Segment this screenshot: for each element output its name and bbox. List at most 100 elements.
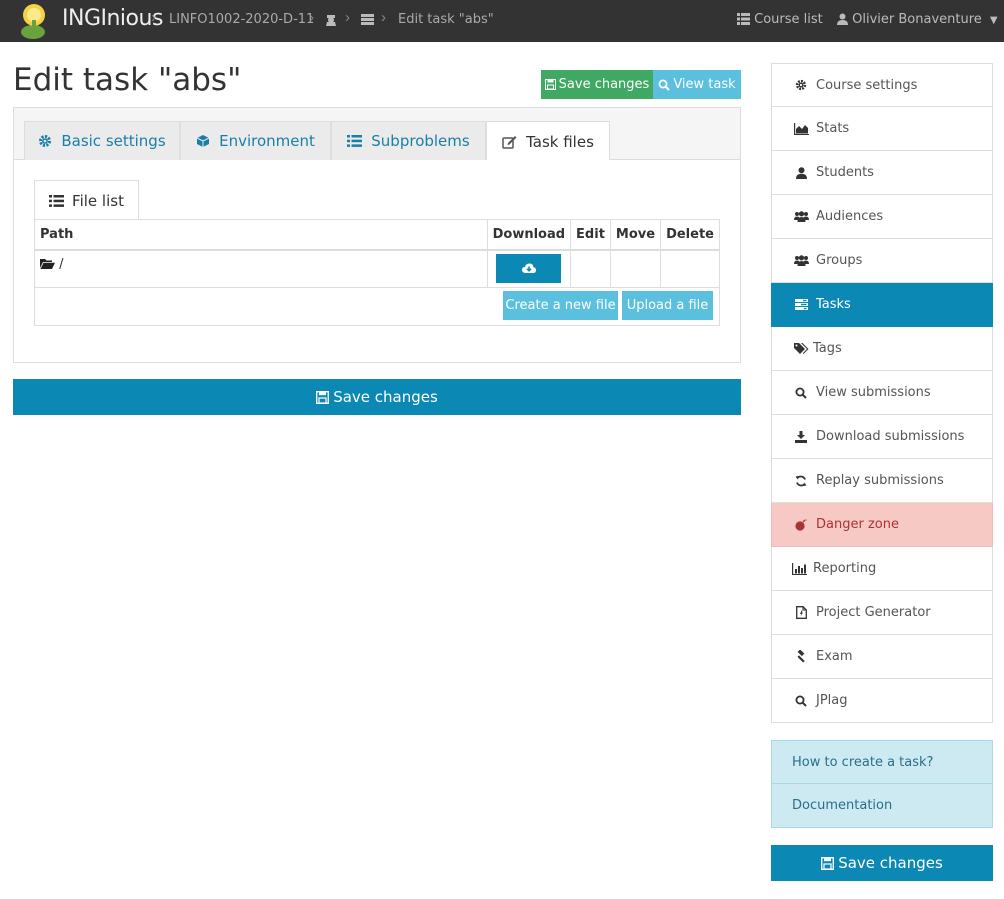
file-list-tab[interactable]: File list bbox=[34, 180, 139, 220]
save-changes-button[interactable]: Save changes bbox=[541, 70, 653, 99]
tab-label: Basic settings bbox=[61, 132, 166, 150]
save-changes-label: Save changes bbox=[838, 854, 943, 872]
tasks-icon[interactable] bbox=[361, 14, 374, 25]
page-title: Edit task "abs" bbox=[13, 62, 242, 98]
sidebar-item-label: Tasks bbox=[816, 297, 851, 312]
upload-file-button[interactable]: Upload a file bbox=[622, 291, 713, 320]
sidebar-item-view-submissions[interactable]: View submissions bbox=[771, 371, 993, 415]
bar-chart-icon bbox=[791, 562, 807, 575]
user-menu[interactable]: Olivier Bonaventure ▼ bbox=[837, 12, 998, 27]
inginious-logo[interactable] bbox=[18, 2, 52, 40]
table-header-row: Path Download Edit Move Delete bbox=[34, 219, 720, 251]
save-icon bbox=[821, 856, 835, 870]
tab-label: Environment bbox=[219, 132, 315, 150]
list-icon bbox=[347, 135, 363, 147]
gavel-icon bbox=[796, 650, 805, 663]
sidebar-item-groups[interactable]: Groups bbox=[771, 239, 993, 283]
sidebar-item-danger-zone[interactable]: Danger zone bbox=[771, 503, 993, 547]
sidebar-save-changes-button[interactable]: Save changes bbox=[771, 845, 993, 881]
help-link-documentation[interactable]: Documentation bbox=[771, 784, 993, 828]
sidebar-item-label: Download submissions bbox=[816, 429, 965, 444]
search-icon bbox=[658, 79, 671, 91]
tags-icon bbox=[793, 342, 808, 354]
bomb-icon bbox=[794, 518, 807, 531]
sidebar-item-course-settings[interactable]: Course settings bbox=[771, 63, 993, 107]
chevron-right-icon: › bbox=[309, 9, 314, 26]
folder-open-icon bbox=[40, 258, 55, 269]
help-links: How to create a task? Documentation bbox=[771, 740, 993, 828]
tab-label: Subproblems bbox=[371, 132, 470, 150]
help-link-create-task[interactable]: How to create a task? bbox=[771, 740, 993, 784]
user-secret-icon[interactable] bbox=[325, 13, 337, 26]
breadcrumb-course[interactable]: LINFO1002-2020-D-11 bbox=[169, 12, 314, 27]
sidebar-item-tags[interactable]: Tags bbox=[771, 327, 993, 371]
task-files-content: File list Path Download Edit Move Delete bbox=[14, 160, 740, 362]
sidebar-item-label: Reporting bbox=[813, 561, 877, 576]
user-icon bbox=[795, 166, 807, 179]
sidebar-item-students[interactable]: Students bbox=[771, 151, 993, 195]
breadcrumb-current: Edit task "abs" bbox=[398, 12, 494, 27]
column-header-path: Path bbox=[34, 219, 488, 251]
save-changes-label: Save changes bbox=[558, 77, 650, 92]
tab-task-files[interactable]: Task files bbox=[486, 121, 610, 161]
sidebar-item-label: Students bbox=[816, 165, 874, 180]
sidebar-item-tasks[interactable]: Tasks bbox=[771, 283, 993, 327]
sidebar-item-jplag[interactable]: JPlag bbox=[771, 679, 993, 723]
sidebar-item-label: Exam bbox=[816, 649, 853, 664]
column-header-edit: Edit bbox=[570, 219, 611, 251]
search-icon bbox=[795, 387, 807, 399]
sidebar-item-stats[interactable]: Stats bbox=[771, 107, 993, 151]
sidebar-item-label: Replay submissions bbox=[816, 473, 944, 488]
chevron-right-icon: › bbox=[381, 9, 386, 26]
save-icon bbox=[316, 390, 330, 404]
gear-icon bbox=[795, 79, 807, 91]
course-list-label: Course list bbox=[754, 12, 823, 27]
sidebar-item-label: Tags bbox=[813, 341, 842, 356]
sidebar-item-download-submissions[interactable]: Download submissions bbox=[771, 415, 993, 459]
file-icon bbox=[795, 606, 807, 619]
chevron-right-icon: › bbox=[151, 9, 156, 26]
view-task-label: View task bbox=[673, 77, 736, 92]
create-file-button[interactable]: Create a new file bbox=[503, 291, 618, 320]
sidebar-item-label: Project Generator bbox=[816, 605, 931, 620]
course-admin-sidebar: Course settings Stats Students Audiences… bbox=[771, 63, 993, 723]
cloud-download-icon bbox=[521, 263, 536, 274]
refresh-icon bbox=[795, 475, 807, 486]
edit-cell bbox=[570, 249, 611, 288]
sidebar-item-label: Course settings bbox=[816, 77, 918, 93]
sidebar-item-label: Audiences bbox=[816, 209, 884, 224]
save-changes-label: Save changes bbox=[333, 388, 438, 406]
users-icon bbox=[793, 255, 809, 266]
file-table: Path Download Edit Move Delete / bbox=[34, 219, 720, 288]
tab-subproblems[interactable]: Subproblems bbox=[331, 121, 486, 160]
brand-name[interactable]: INGInious bbox=[62, 6, 163, 31]
download-cell bbox=[486, 249, 572, 288]
save-changes-bottom-button[interactable]: Save changes bbox=[13, 379, 741, 415]
download-button[interactable] bbox=[496, 254, 562, 284]
sidebar-item-project-generator[interactable]: Project Generator bbox=[771, 591, 993, 635]
tab-basic-settings[interactable]: Basic settings bbox=[24, 121, 180, 160]
sidebar-item-replay-submissions[interactable]: Replay submissions bbox=[771, 459, 993, 503]
course-list-link[interactable]: Course list bbox=[737, 12, 823, 27]
cube-icon bbox=[196, 135, 210, 147]
tab-environment[interactable]: Environment bbox=[180, 121, 331, 160]
sidebar-item-label: Groups bbox=[816, 253, 863, 268]
search-icon bbox=[795, 695, 807, 707]
area-chart-icon bbox=[793, 122, 809, 135]
edit-task-panel: Basic settings Environment Subproblems T… bbox=[13, 107, 741, 363]
th-list-icon bbox=[737, 13, 750, 25]
tab-label: Task files bbox=[526, 132, 594, 151]
table-row: / bbox=[34, 249, 720, 288]
sidebar-item-reporting[interactable]: Reporting bbox=[771, 547, 993, 591]
sidebar-item-exam[interactable]: Exam bbox=[771, 635, 993, 679]
sidebar-item-audiences[interactable]: Audiences bbox=[771, 195, 993, 239]
column-header-move: Move bbox=[609, 219, 662, 251]
user-icon bbox=[837, 13, 848, 25]
sidebar-item-label: JPlag bbox=[816, 693, 848, 708]
path-text: / bbox=[59, 256, 64, 272]
view-task-button[interactable]: View task bbox=[653, 70, 741, 99]
move-cell bbox=[609, 249, 662, 288]
caret-down-icon: ▼ bbox=[989, 15, 998, 26]
sidebar-item-label: Danger zone bbox=[816, 517, 899, 532]
chevron-right-icon: › bbox=[345, 9, 350, 26]
